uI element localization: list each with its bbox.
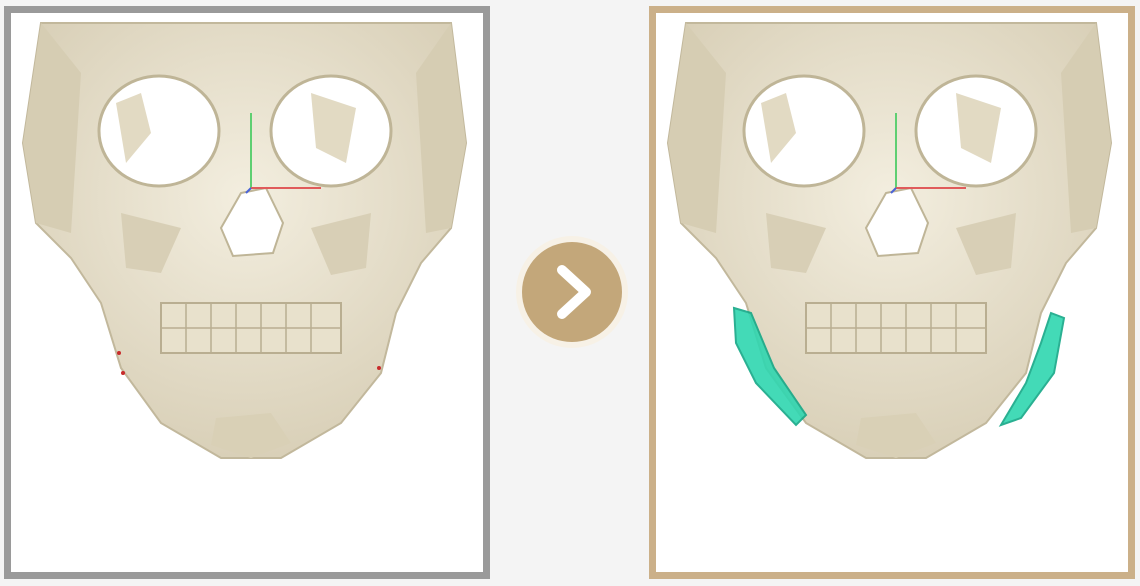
- left-eye-socket: [742, 74, 866, 188]
- left-eye-socket: [97, 74, 221, 188]
- skull-after-image: [666, 22, 1113, 459]
- skull-before-image: [21, 22, 468, 459]
- chevron-right-icon: [557, 265, 591, 319]
- after-image-panel: [649, 6, 1135, 579]
- before-image-panel: [4, 6, 490, 579]
- next-arrow-button[interactable]: [522, 242, 622, 342]
